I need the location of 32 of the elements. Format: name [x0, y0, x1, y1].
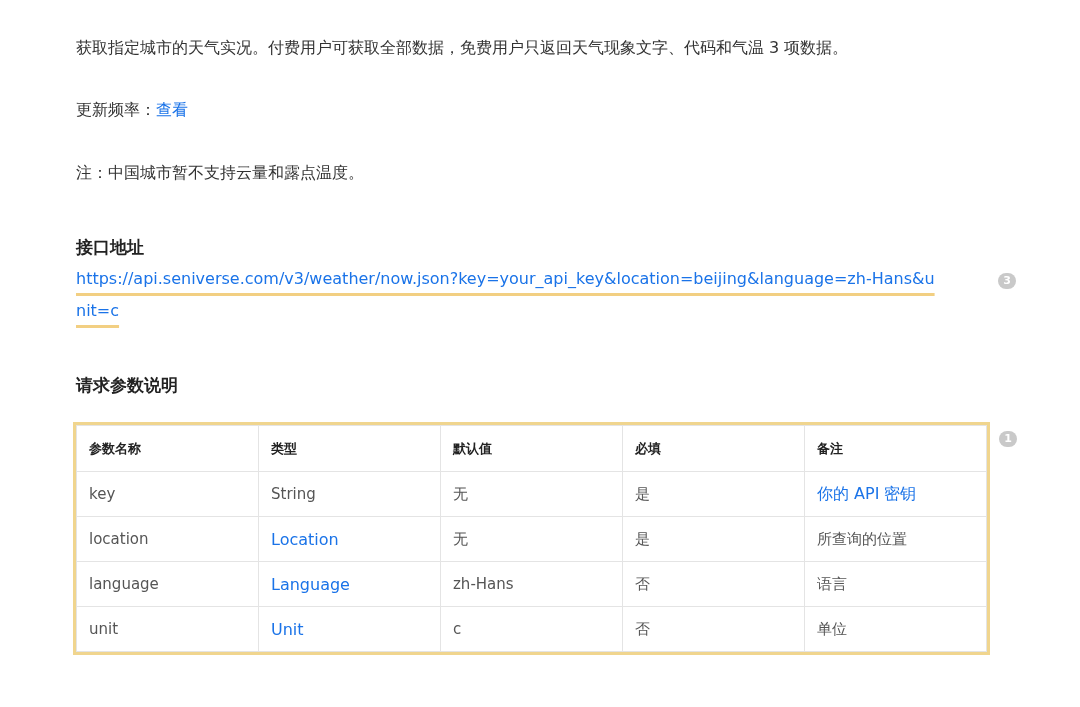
table-cell: 单位 [804, 606, 987, 652]
table-cell: 是 [622, 516, 805, 562]
table-cell: 否 [622, 561, 805, 607]
update-frequency-text: 更新频率：查看 [76, 99, 189, 121]
column-header: 备注 [804, 425, 987, 472]
table-cell: 无 [440, 471, 623, 517]
view-link[interactable]: 查看 [156, 100, 188, 119]
cell-link[interactable]: Unit [271, 619, 304, 639]
table-cell: unit [76, 606, 259, 652]
description-text: 获取指定城市的天气实况。付费用户可获取全部数据，免费用户只返回天气现象文字、代码和气温 3 项数据。 [76, 37, 850, 59]
table-cell: c [440, 606, 623, 652]
table-cell: 所查询的位置 [804, 516, 987, 562]
column-header: 类型 [258, 425, 441, 472]
column-header: 默认值 [440, 425, 623, 472]
note-text: 注：中国城市暂不支持云量和露点温度。 [76, 162, 365, 184]
cell-link[interactable]: Language [271, 574, 350, 594]
column-header: 必填 [622, 425, 805, 472]
table-cell: location [76, 516, 259, 562]
cell-link[interactable]: Location [271, 529, 339, 549]
api-url-link[interactable]: https://api.seniverse.com/v3/weather/now.json?key=your_api_key&location=beijing&language=zh-Hans&unit=c [76, 263, 936, 327]
table-cell: 语言 [804, 561, 987, 607]
table-cell: 是 [622, 471, 805, 517]
section-heading: 接口地址 [76, 236, 145, 259]
table-cell: key [76, 471, 259, 517]
table-cell: 否 [622, 606, 805, 652]
table-cell: language [76, 561, 259, 607]
section-heading: 请求参数说明 [76, 374, 179, 397]
table-cell: 无 [440, 516, 623, 562]
table-cell: String [258, 471, 441, 517]
table-cell: zh-Hans [440, 561, 623, 607]
column-header: 参数名称 [76, 425, 259, 472]
cell-link[interactable]: 你的 API 密钥 [817, 483, 917, 503]
